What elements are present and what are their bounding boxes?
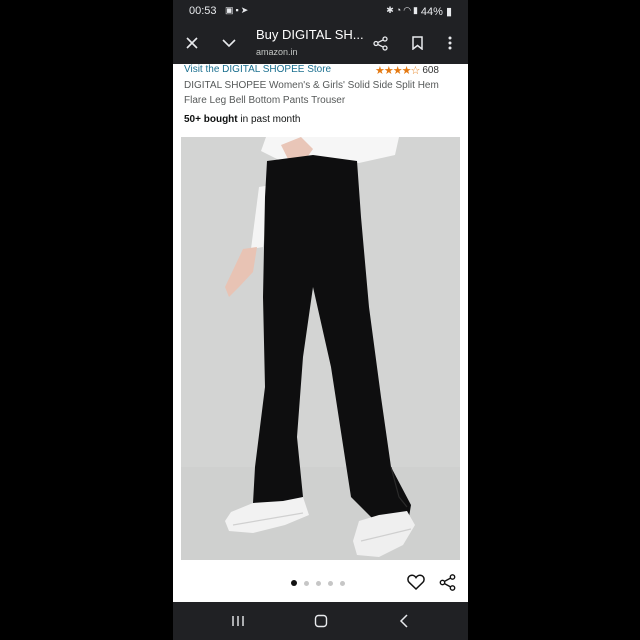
back-icon (399, 614, 408, 628)
browser-toolbar: Buy DIGITAL SH... amazon.in (173, 22, 468, 64)
system-nav-bar (173, 602, 468, 640)
carousel-dots[interactable] (291, 580, 345, 586)
product-title: DIGITAL SHOPEE Women's & Girls' Solid Si… (184, 80, 439, 106)
phone-screen: 00:53 ▣▪➤ ✱◔◠▮ 44% ▮ Buy DIGITAL SH... a… (173, 0, 468, 640)
share-button[interactable] (368, 22, 392, 64)
recents-icon (232, 616, 244, 626)
store-link[interactable]: Visit the DIGITAL SHOPEE Store (184, 64, 331, 75)
bought-count-rest: in past month (237, 114, 301, 125)
wishlist-button[interactable] (407, 574, 425, 595)
heart-icon (407, 574, 425, 591)
carousel-dot-5[interactable] (340, 580, 345, 586)
bookmark-button[interactable] (406, 22, 428, 64)
notification-icons: ▣▪➤ (225, 5, 250, 16)
recent-apps-button[interactable] (223, 602, 253, 640)
carousel-dot-4[interactable] (328, 580, 333, 586)
chevron-down-icon (222, 38, 236, 47)
rating-count: 608 (422, 65, 439, 76)
image-icon: ▣ (225, 5, 236, 15)
carousel-dot-3[interactable] (316, 580, 321, 586)
share-icon (372, 35, 388, 51)
expand-toolbar-button[interactable] (216, 22, 242, 64)
more-vert-icon (448, 36, 452, 50)
close-icon (186, 37, 198, 49)
product-image[interactable] (181, 137, 460, 560)
wifi-icon: ◠ (403, 5, 414, 15)
system-icons: ✱◔◠▮ (386, 5, 420, 16)
signal-icon: ▮ (413, 5, 420, 15)
status-bar: 00:53 ▣▪➤ ✱◔◠▮ 44% ▮ (173, 0, 468, 22)
rating-stars: ★★★★☆ (375, 65, 420, 77)
more-options-button[interactable] (441, 22, 459, 64)
bookmark-icon (411, 36, 423, 50)
carousel-dot-2[interactable] (304, 580, 309, 586)
carousel-dot-1[interactable] (291, 580, 297, 586)
battery-icon: ▮ (445, 6, 452, 18)
page-url: amazon.in (256, 47, 298, 57)
product-share-button[interactable] (439, 574, 456, 596)
status-time: 00:53 (189, 5, 217, 17)
home-button[interactable] (306, 602, 336, 640)
bought-count: 50+ bought in past month (184, 114, 300, 125)
bluetooth-icon: ✱ (386, 5, 396, 15)
back-button[interactable] (389, 602, 419, 640)
home-icon (314, 614, 328, 628)
page-title: Buy DIGITAL SH... (256, 27, 364, 42)
close-tab-button[interactable] (179, 22, 205, 64)
bought-count-bold: 50+ bought (184, 114, 238, 125)
telegram-icon: ➤ (240, 5, 251, 15)
share-icon (439, 574, 456, 591)
product-rating[interactable]: ★★★★☆ 608 (375, 64, 439, 77)
product-photo (181, 137, 460, 560)
battery-level: 44% ▮ (420, 6, 452, 18)
